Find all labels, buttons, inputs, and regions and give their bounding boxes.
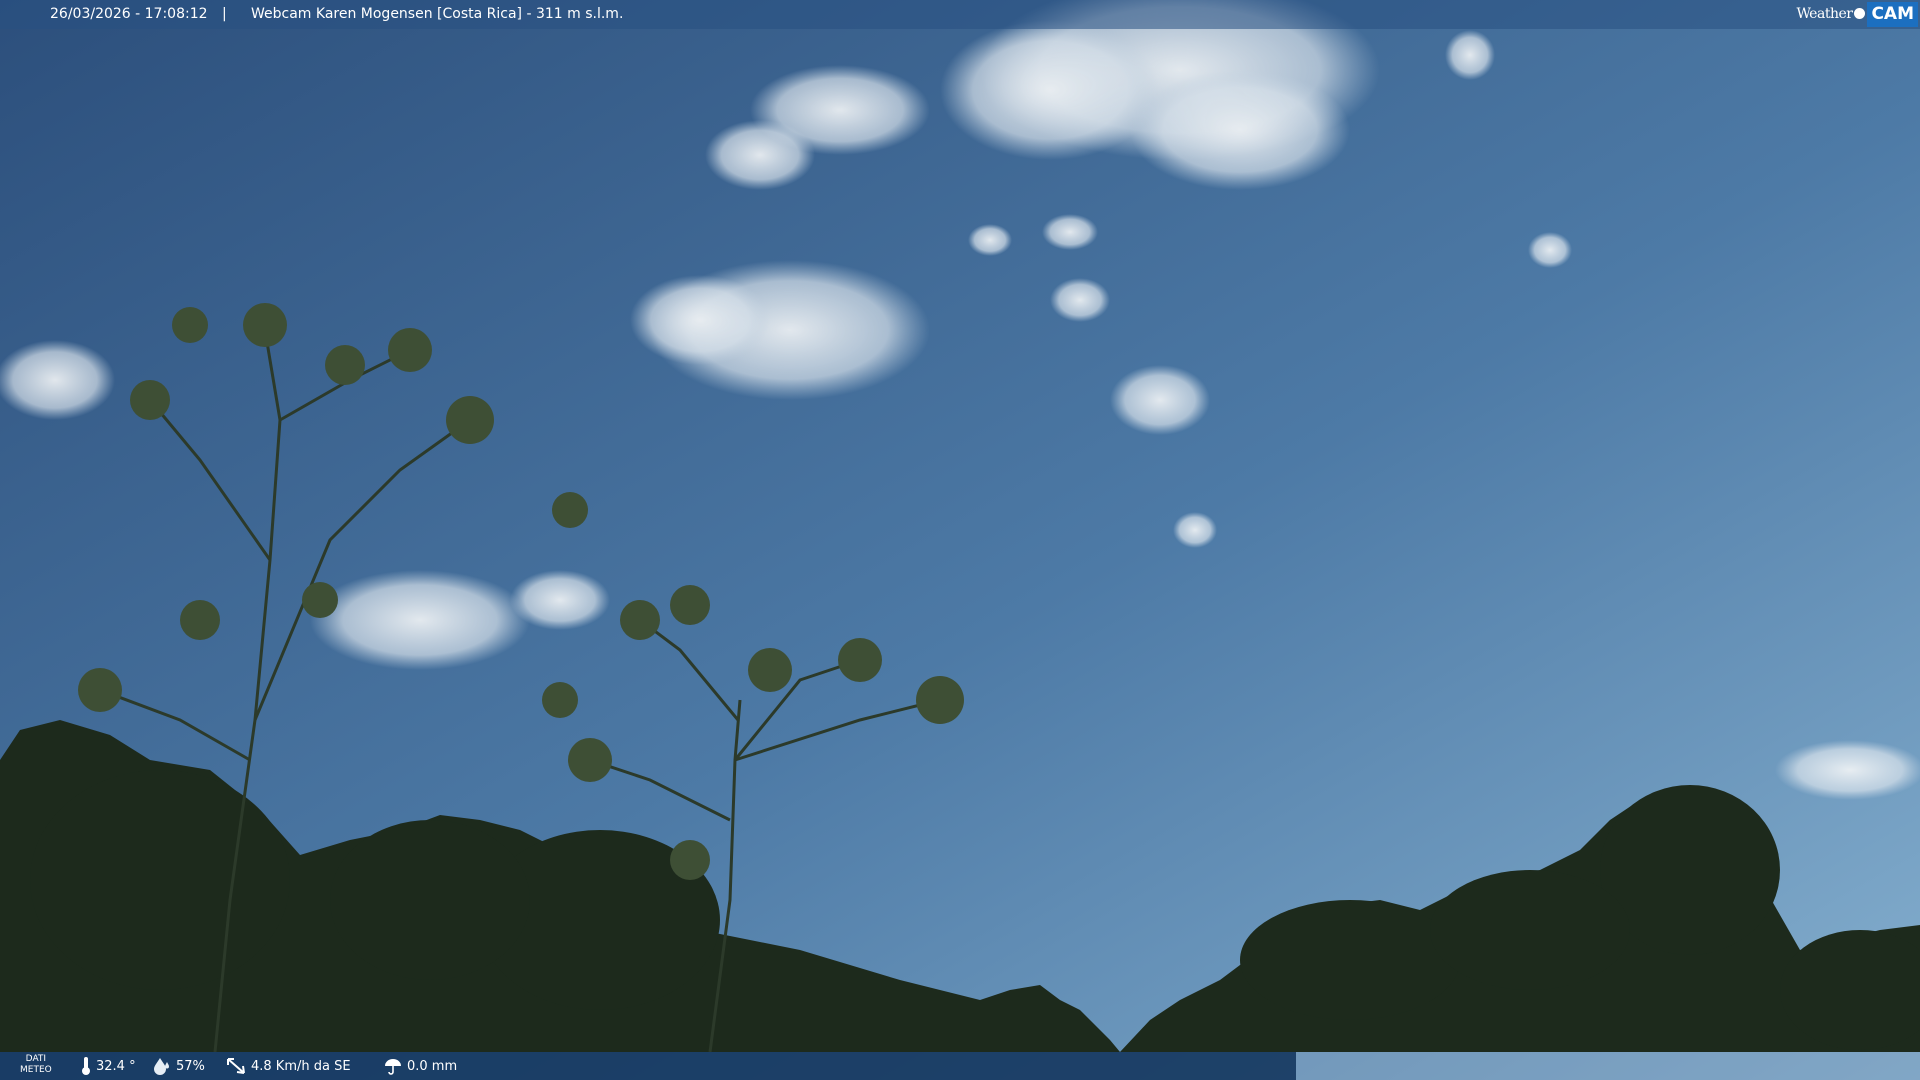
weather-data-label: DATI METEO [20,1054,52,1076]
webcam-image [0,0,1920,1080]
rain-value: 0.0 mm [407,1058,458,1074]
weather-label-line1: DATI [25,1054,47,1064]
weather-label-line2: METEO [20,1065,52,1075]
weathercam-logo[interactable]: Weather CAM [1796,2,1918,27]
separator: | [222,6,227,22]
umbrella-icon [385,1059,401,1075]
wind-value: 4.8 Km/h da SE [251,1058,351,1074]
webcam-title: Webcam Karen Mogensen [Costa Rica] - 311… [251,6,624,22]
logo-text-cam: CAM [1867,2,1918,27]
wind-direction-icon [227,1058,245,1074]
timestamp: 26/03/2026 - 17:08:12 [50,6,208,22]
humidity-icon [154,1058,169,1075]
weather-data-bar: DATI METEO 32.4 ° 57% 4.8 Km/h da SE 0.0… [0,1052,1296,1080]
top-info-bar: 26/03/2026 - 17:08:12 | Webcam Karen Mog… [0,0,1920,29]
temperature-value: 32.4 ° [96,1058,136,1074]
bottom-bar-empty [1296,1052,1920,1080]
logo-dot-icon [1854,8,1866,19]
landscape-scene [0,0,1920,1080]
rain-item: 0.0 mm [383,1052,457,1080]
logo-text-weather: Weather [1796,6,1853,22]
wind-item: 4.8 Km/h da SE [225,1052,351,1080]
thermometer-icon [82,1057,90,1075]
humidity-item: 57% [152,1052,205,1080]
temperature-item: 32.4 ° [80,1052,136,1080]
humidity-value: 57% [176,1058,205,1074]
